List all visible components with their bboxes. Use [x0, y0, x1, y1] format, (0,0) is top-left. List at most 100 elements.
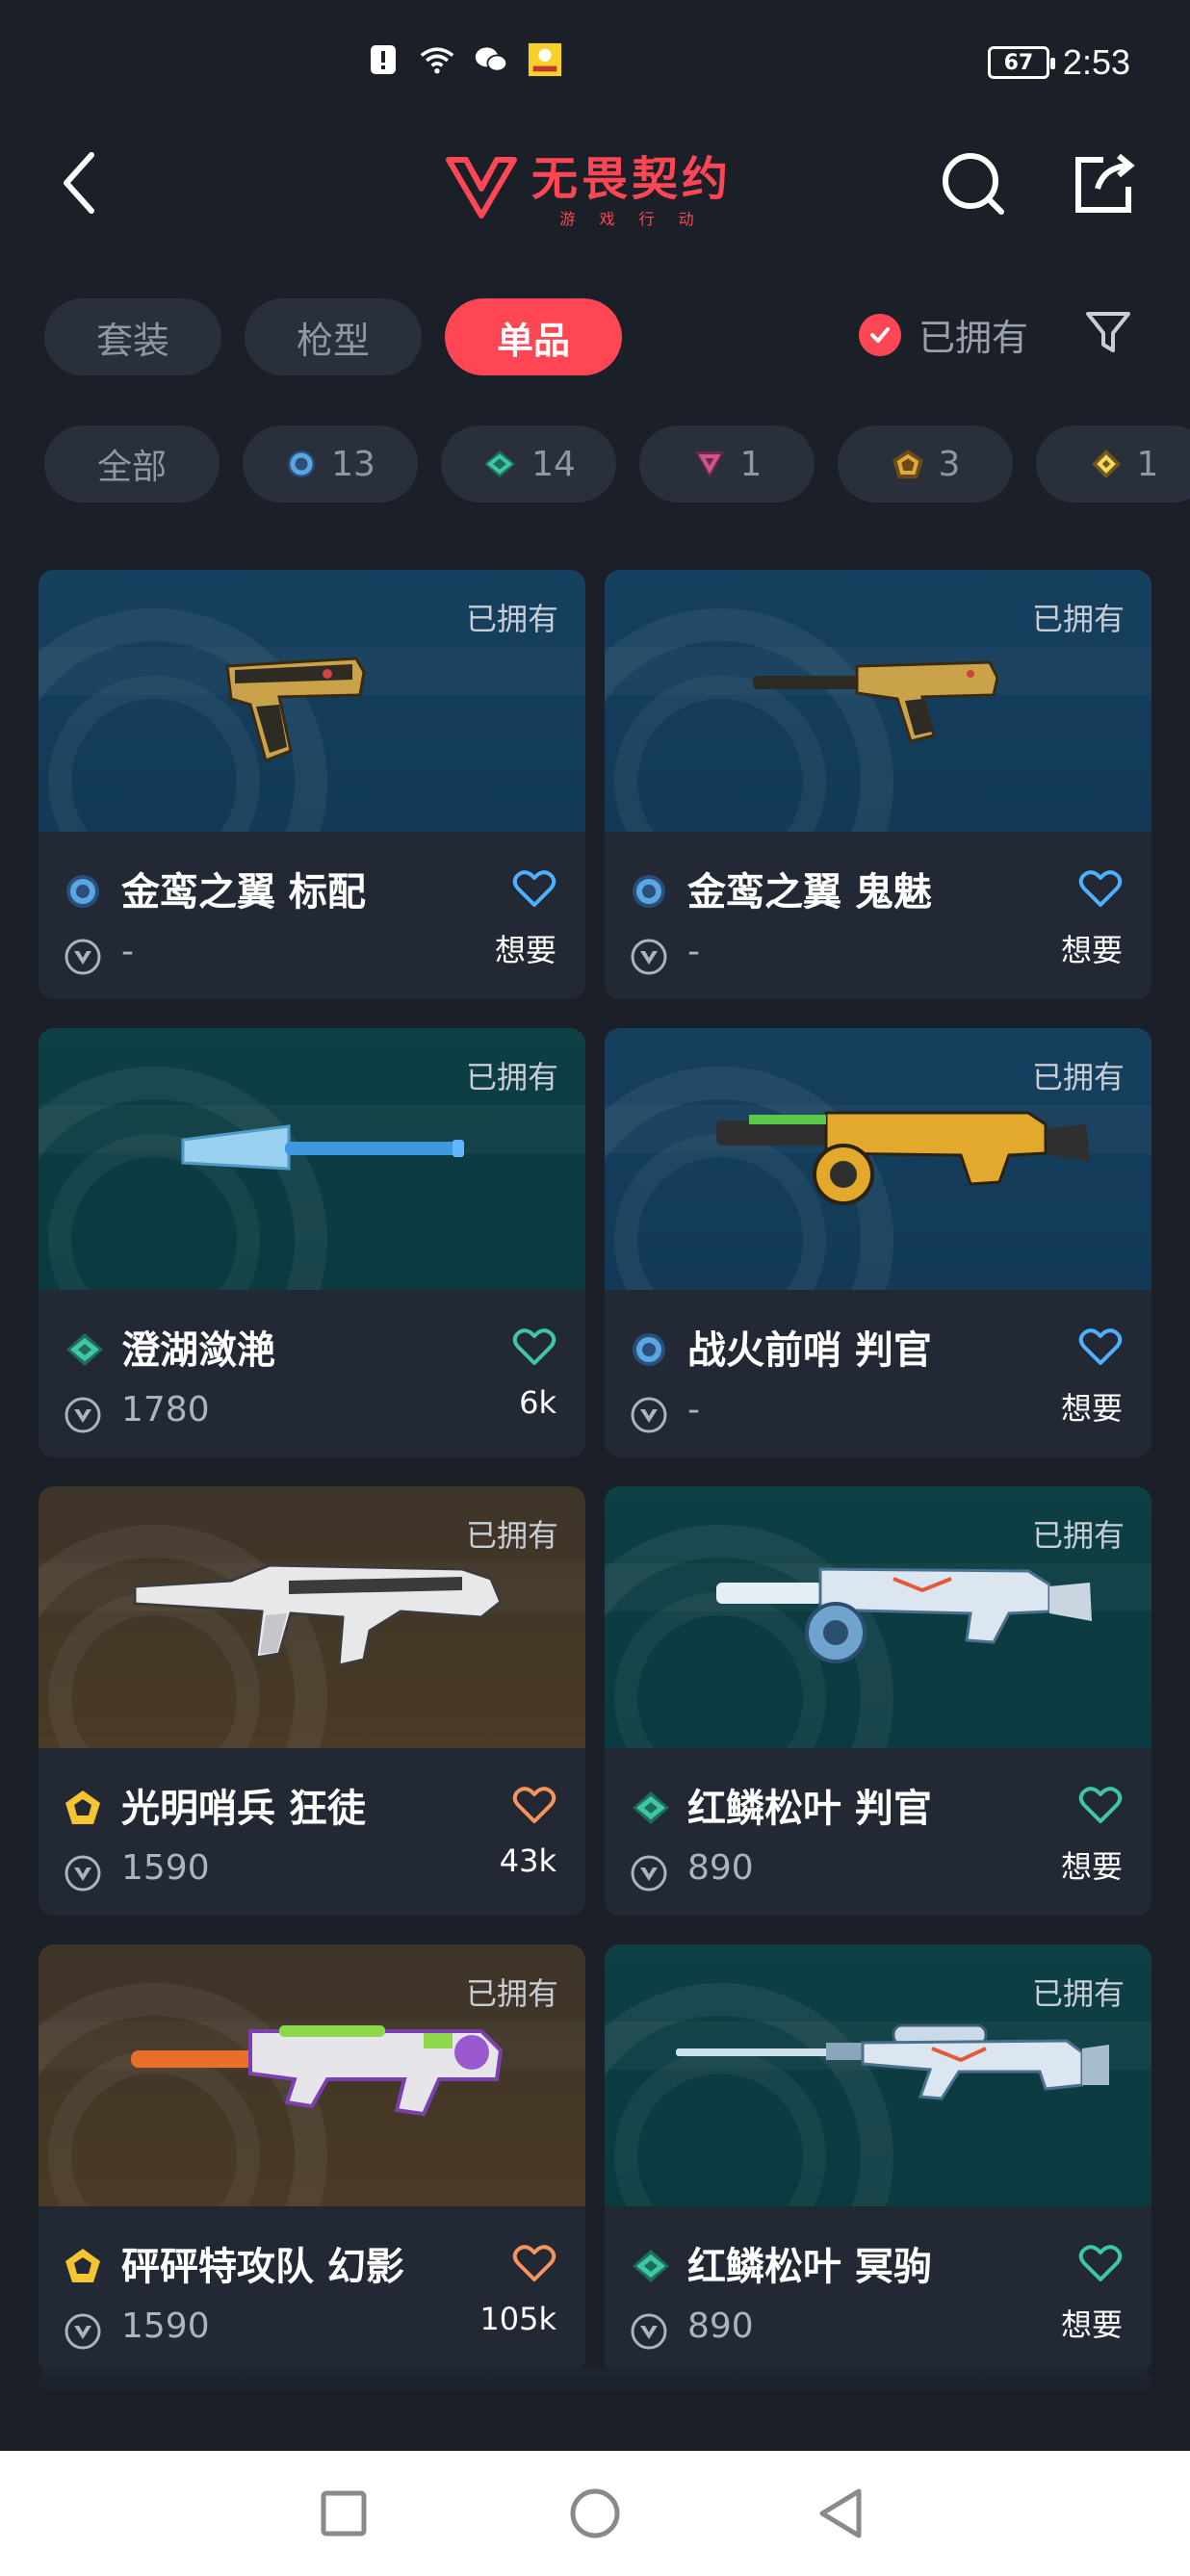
want-count: 想要 [1060, 1848, 1123, 1885]
price-value: 890 [687, 1848, 754, 1888]
card-info: 澄湖潋滟 1780 6k [39, 1290, 585, 1457]
logo-title: 无畏契约 [531, 152, 733, 206]
chip-premium-tier[interactable]: 1 [639, 425, 815, 502]
vp-currency-icon [630, 1854, 668, 1893]
skin-image: 已拥有 [605, 1486, 1151, 1748]
recent-apps-icon [321, 2490, 367, 2537]
vp-currency-icon [630, 2312, 668, 2351]
skin-card-7[interactable]: 已拥有 砰砰特攻队 幻影 1590 105k [39, 1945, 585, 2374]
search-icon [943, 153, 1004, 215]
owned-tag: 已拥有 [1031, 1517, 1125, 1554]
wifi-icon [420, 42, 454, 77]
exclusive-tier-icon [892, 450, 923, 478]
tab-weapon-types[interactable]: 枪型 [245, 298, 422, 375]
back-nav-button[interactable] [809, 2480, 876, 2547]
skin-card-8[interactable]: 已拥有 红鳞松叶 冥驹 890 想要 [605, 1945, 1151, 2374]
chip-select-tier[interactable]: 13 [243, 425, 418, 502]
card-info: 金鸾之翼 标配 - 想要 [39, 832, 585, 999]
vp-currency-icon [64, 2312, 102, 2351]
back-icon [64, 152, 94, 214]
owned-filter-toggle[interactable]: 已拥有 [859, 308, 1028, 361]
skin-card-5[interactable]: 已拥有 光明哨兵 狂徒 1590 43k [39, 1486, 585, 1916]
wishlist-heart-icon[interactable] [512, 1327, 556, 1367]
back-button[interactable] [42, 135, 119, 231]
skin-name: 金鸾之翼 鬼魅 [687, 870, 932, 914]
filter-icon [1086, 312, 1130, 352]
card-info: 光明哨兵 狂徒 1590 43k [39, 1748, 585, 1916]
skin-image: 已拥有 [605, 1945, 1151, 2206]
price-value: - [687, 1390, 700, 1430]
skin-name: 红鳞松叶 冥驹 [687, 2245, 932, 2289]
clock: 2:53 [1062, 42, 1130, 82]
deluxe-tier-icon [630, 2247, 669, 2285]
home-button[interactable] [561, 2480, 629, 2547]
chip-exclusive-tier[interactable]: 3 [838, 425, 1013, 502]
card-info: 金鸾之翼 鬼魅 - 想要 [605, 832, 1151, 999]
home-icon [570, 2488, 620, 2538]
wishlist-heart-icon[interactable] [512, 868, 556, 909]
valorant-v-icon [446, 157, 517, 219]
skin-image: 已拥有 [39, 1945, 585, 2206]
status-bar: 67 2:53 [0, 0, 1190, 135]
category-tabs: 套装 枪型 单品 [44, 298, 622, 375]
want-count: 想要 [1060, 2306, 1123, 2343]
card-info: 红鳞松叶 冥驹 890 想要 [605, 2206, 1151, 2374]
search-button[interactable] [934, 144, 1011, 221]
skin-card-6[interactable]: 已拥有 红鳞松叶 判官 890 想要 [605, 1486, 1151, 1916]
skin-card-1[interactable]: 已拥有 金鸾之翼 标配 - 想要 [39, 570, 585, 999]
tab-bundles[interactable]: 套装 [44, 298, 221, 375]
want-count: 43k [499, 1842, 556, 1879]
deluxe-tier-icon [64, 1330, 103, 1369]
skin-card-2[interactable]: 已拥有 金鸾之翼 鬼魅 - 想要 [605, 570, 1151, 999]
app-badge-icon [528, 42, 562, 77]
chip-label: 14 [531, 444, 576, 484]
skin-name: 战火前哨 判官 [687, 1328, 932, 1373]
owned-tag: 已拥有 [1031, 1975, 1125, 2012]
header: 无畏契约 游 戏 行 动 [0, 135, 1190, 279]
skin-grid: 已拥有 金鸾之翼 标配 - 想要 已拥有 金鸾之翼 鬼魅 - 想要 已拥有 澄湖… [39, 570, 1151, 2374]
skin-image: 已拥有 [39, 1028, 585, 1290]
select-tier-icon [630, 872, 668, 911]
chip-label: 1 [1136, 444, 1159, 484]
check-icon [859, 313, 901, 356]
wishlist-heart-icon[interactable] [1078, 868, 1123, 909]
filter-button[interactable] [1082, 306, 1134, 358]
want-count: 想要 [1060, 932, 1123, 968]
list-end-shadow [39, 2368, 1151, 2397]
want-count: 6k [519, 1384, 556, 1421]
wishlist-heart-icon[interactable] [512, 2243, 556, 2283]
wishlist-heart-icon[interactable] [1078, 2243, 1123, 2283]
want-count: 105k [479, 2301, 556, 2337]
share-button[interactable] [1065, 144, 1142, 221]
skin-name: 澄湖潋滟 [121, 1328, 275, 1373]
owned-tag: 已拥有 [1031, 1059, 1125, 1095]
tab-items[interactable]: 单品 [445, 298, 622, 375]
card-info: 砰砰特攻队 幻影 1590 105k [39, 2206, 585, 2374]
skin-name: 光明哨兵 狂徒 [121, 1787, 366, 1831]
chip-deluxe-tier[interactable]: 14 [441, 425, 616, 502]
wechat-icon [474, 42, 508, 77]
price-value: 1590 [121, 2306, 210, 2346]
select-tier-icon [630, 1330, 668, 1369]
skin-image: 已拥有 [605, 570, 1151, 832]
owned-tag: 已拥有 [1031, 601, 1125, 637]
chip-all[interactable]: 全部 [44, 425, 220, 502]
skin-card-4[interactable]: 已拥有 战火前哨 判官 - 想要 [605, 1028, 1151, 1457]
rarity-chips: 全部 13 14 1 3 1 [44, 425, 1190, 502]
price-value: - [121, 932, 134, 971]
battery-level: 67 [1003, 50, 1034, 75]
skin-card-3[interactable]: 已拥有 澄湖潋滟 1780 6k [39, 1028, 585, 1457]
skin-name: 红鳞松叶 判官 [687, 1787, 932, 1831]
chip-label: 3 [938, 444, 961, 484]
card-info: 红鳞松叶 判官 890 想要 [605, 1748, 1151, 1916]
want-count: 想要 [494, 932, 556, 968]
owned-tag: 已拥有 [465, 1975, 558, 2012]
vp-currency-icon [64, 1854, 102, 1893]
wishlist-heart-icon[interactable] [1078, 1327, 1123, 1367]
wishlist-heart-icon[interactable] [1078, 1785, 1123, 1825]
logo-subtitle: 游 戏 行 动 [559, 210, 704, 228]
chip-ultra-tier[interactable]: 1 [1036, 425, 1190, 502]
exclusive-tier-icon [64, 1789, 102, 1827]
wishlist-heart-icon[interactable] [512, 1785, 556, 1825]
recent-apps-button[interactable] [310, 2480, 377, 2547]
